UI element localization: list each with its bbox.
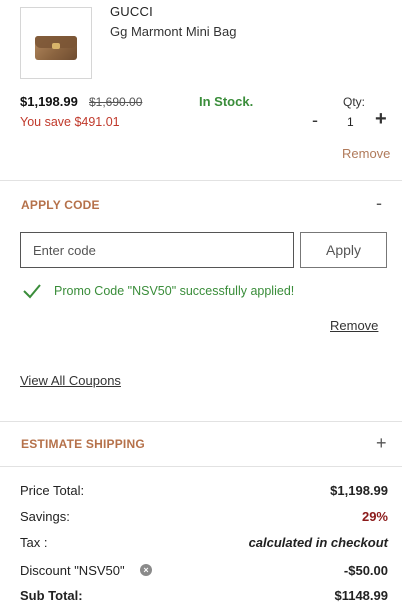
remove-item-button[interactable]: Remove [342, 146, 390, 161]
view-all-coupons-link[interactable]: View All Coupons [20, 373, 121, 388]
price-total-value: $1,198.99 [330, 483, 388, 498]
apply-code-collapse-toggle[interactable]: - [376, 193, 382, 214]
cart-item: GUCCI Gg Marmont Mini Bag $1,198.99 $1,6… [0, 0, 402, 180]
product-price: $1,198.99 [20, 94, 78, 109]
apply-code-button[interactable]: Apply [300, 232, 387, 268]
qty-value: 1 [347, 115, 354, 129]
qty-decrease-button[interactable]: - [312, 110, 318, 131]
tax-label: Tax : [20, 535, 48, 550]
close-circle-icon[interactable]: × [140, 564, 152, 576]
divider [0, 466, 402, 467]
promo-code-input[interactable] [20, 232, 294, 268]
savings-label: Savings: [20, 509, 70, 524]
qty-label: Qty: [343, 95, 366, 109]
discount-value: -$50.00 [343, 563, 388, 578]
estimate-shipping-expand-toggle[interactable]: + [376, 433, 387, 454]
divider [0, 421, 402, 422]
qty-increase-button[interactable]: + [375, 108, 387, 131]
estimate-shipping-title[interactable]: ESTIMATE SHIPPING [21, 437, 145, 451]
check-icon [23, 284, 41, 299]
tax-value: calculated in checkout [248, 535, 388, 550]
stock-status: In Stock. [199, 94, 254, 109]
item-savings: You save $491.01 [20, 115, 120, 129]
promo-success-message: Promo Code "NSV50" successfully applied! [54, 284, 295, 298]
remove-promo-link[interactable]: Remove [330, 318, 378, 333]
product-brand: GUCCI [110, 4, 153, 19]
savings-value: 29% [361, 509, 388, 524]
divider [0, 180, 402, 181]
subtotal-label: Sub Total: [20, 588, 83, 603]
original-price: $1,690.00 [89, 95, 143, 109]
apply-code-title[interactable]: APPLY CODE [21, 198, 100, 212]
product-thumbnail[interactable] [20, 7, 92, 79]
product-name[interactable]: Gg Marmont Mini Bag [110, 24, 236, 39]
discount-label: Discount "NSV50" [20, 563, 125, 578]
price-total-label: Price Total: [20, 483, 85, 498]
bag-clasp-shape [52, 43, 60, 49]
subtotal-value: $1148.99 [334, 588, 388, 603]
